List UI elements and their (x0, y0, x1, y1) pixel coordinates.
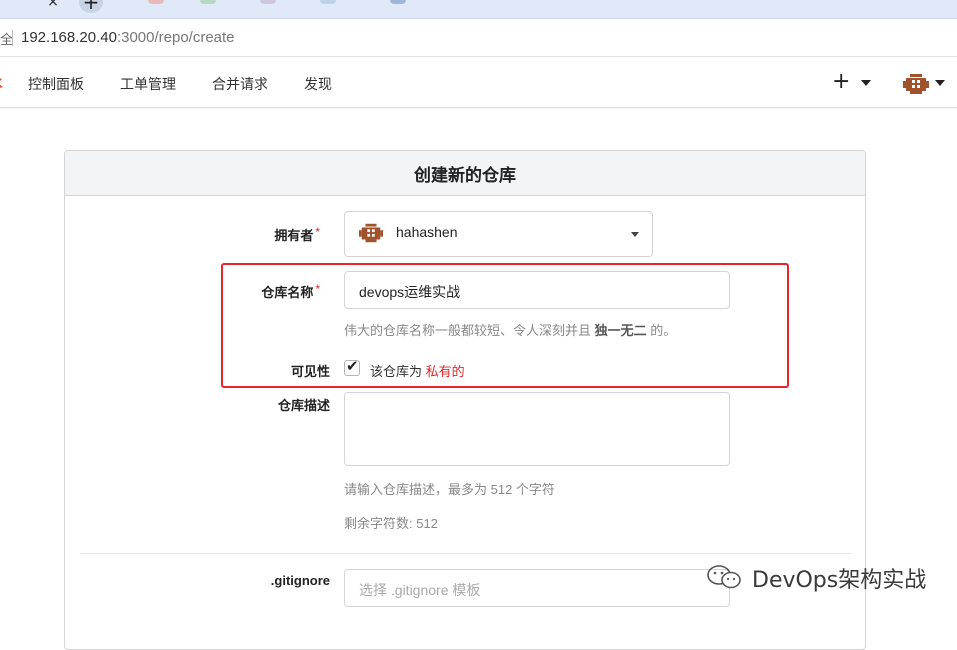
nav-pull-requests[interactable]: 合并请求 (212, 74, 268, 94)
owner-avatar (359, 223, 383, 243)
checkmark-icon: ✔ (346, 357, 359, 375)
private-text: 私有的 (425, 364, 465, 379)
owner-dropdown[interactable] (344, 211, 653, 257)
gitignore-label: .gitignore (270, 573, 330, 588)
address-separator (12, 30, 13, 46)
repo-name-help-emphasis: 独一无二 (594, 323, 647, 338)
nav-explore[interactable]: 发现 (304, 74, 332, 94)
repo-name-value: devops运维实战 (359, 284, 461, 300)
user-menu-chevron-down-icon[interactable] (935, 80, 945, 86)
owner-dropdown-chevron-down-icon[interactable] (631, 232, 639, 237)
browser-tabstrip: × + (0, 0, 957, 19)
page-title: 创建新的仓库 (414, 166, 516, 185)
create-menu-chevron-down-icon[interactable] (861, 80, 871, 86)
required-mark: * (315, 225, 320, 239)
gitea-logo-icon[interactable] (0, 74, 5, 92)
new-tab-button[interactable]: + (79, 0, 103, 13)
required-mark: * (315, 282, 320, 296)
gitignore-placeholder: 选择 .gitignore 模板 (359, 582, 481, 598)
url-host: 192.168.20.40 (21, 29, 117, 46)
description-help: 请输入仓库描述，最多为 512 个字符 (344, 482, 555, 497)
nav-issues[interactable]: 工单管理 (120, 74, 176, 94)
private-checkbox-label[interactable]: 该仓库为 私有的 (370, 361, 465, 380)
wechat-icon (707, 565, 741, 589)
create-new-icon[interactable]: + (832, 69, 850, 95)
tab-close-icon[interactable]: × (46, 0, 60, 10)
description-textarea[interactable] (344, 392, 730, 466)
description-label: 仓库描述 (277, 398, 330, 413)
url-text[interactable]: 192.168.20.40:3000/repo/create (21, 29, 235, 46)
owner-label: 拥有者 * (274, 225, 320, 243)
watermark-text: DevOps架构实战 (752, 568, 927, 593)
nav-dashboard[interactable]: 控制面板 (28, 74, 84, 94)
user-avatar[interactable] (903, 71, 929, 97)
owner-value: hahashen (396, 224, 458, 240)
repo-name-label: 仓库名称 * (261, 282, 320, 300)
section-divider (80, 553, 851, 554)
url-path: :3000/repo/create (116, 29, 235, 46)
repo-name-help: 伟大的仓库名称一般都较短、令人深刻并且 独一无二 的。 (344, 323, 677, 338)
visibility-label: 可见性 (290, 364, 330, 379)
remaining-chars: 剩余字符数: 512 (344, 516, 438, 531)
